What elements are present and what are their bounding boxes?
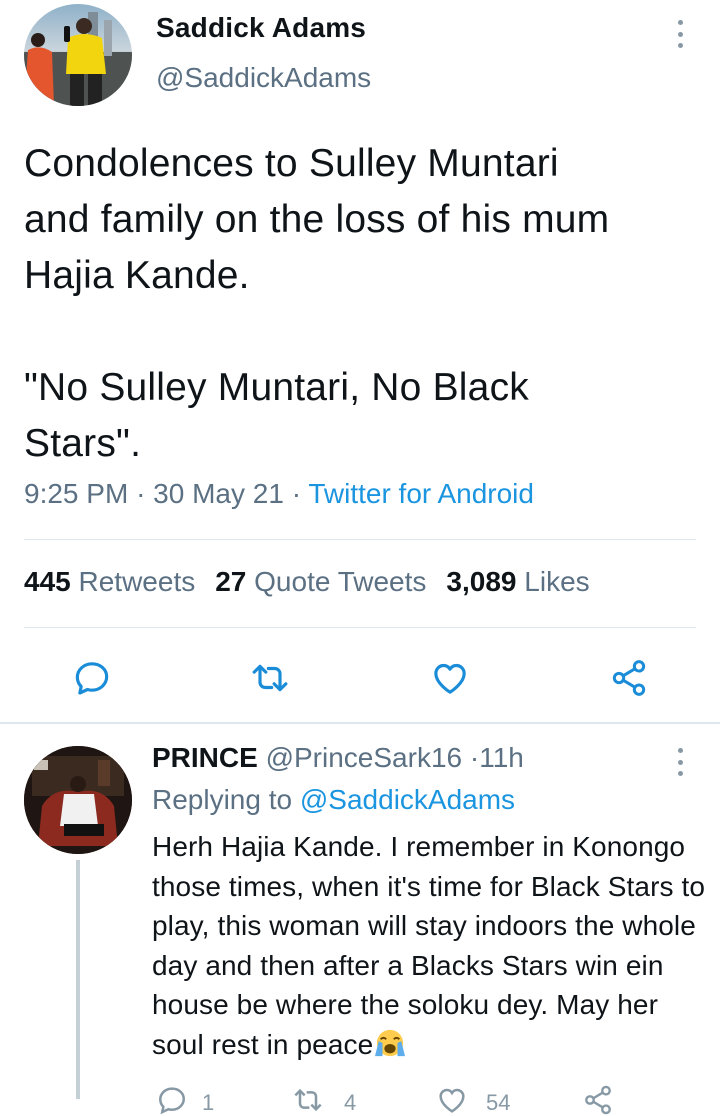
tweet-actions [0,650,720,706]
more-options-icon[interactable] [670,16,690,52]
likes-stat[interactable]: 3,089 Likes [446,566,589,597]
divider [24,627,696,628]
like-icon[interactable] [436,1084,468,1116]
tweet-time: 9:25 PM [24,478,129,509]
likes-label: Likes [524,566,590,597]
avatar-photo-icon [24,12,132,106]
author-name[interactable]: Saddick Adams [156,12,366,44]
reply-text-container: Herh Hajia Kande. I remember in Konongo … [152,827,712,1064]
reply-text: Herh Hajia Kande. I remember in Konongo … [152,831,706,1060]
loudly-crying-face-icon [375,1029,406,1056]
tweet-text: Condolences to Sulley Muntari and family… [24,142,610,465]
like-count: 54 [486,1090,511,1115]
quotes-count: 27 [215,566,247,597]
like-button[interactable] [422,650,478,706]
tweet-stats: 445 Retweets 27 Quote Tweets 3,089 Likes [24,566,590,598]
share-button[interactable] [601,650,657,706]
reply-button[interactable] [64,650,120,706]
thread-line [76,860,80,1099]
divider [24,539,696,540]
reply-more-options-icon[interactable] [670,744,690,780]
reply-author-handle[interactable]: @PrinceSark16 [266,742,463,773]
retweet-count: 4 [344,1090,357,1115]
tweet-client-link[interactable]: Twitter for Android [308,478,534,509]
retweets-stat[interactable]: 445 Retweets [24,566,195,597]
section-divider [0,722,720,724]
quotes-stat[interactable]: 27 Quote Tweets [215,566,426,597]
meta-separator: · [469,742,480,773]
replying-to: Replying to @SaddickAdams [152,784,515,816]
reply-author-name[interactable]: PRINCE [152,742,258,773]
author-avatar[interactable] [24,4,132,106]
reply-icon[interactable] [156,1084,188,1116]
tweet-date: 30 May 21 [153,478,284,509]
replying-prefix: Replying to [152,784,293,815]
reply-header: PRINCE @PrinceSark16 ·11h [152,742,524,774]
tweet-meta: 9:25 PM · 30 May 21 · Twitter for Androi… [24,478,534,510]
likes-count: 3,089 [446,566,517,597]
replying-mention-link[interactable]: @SaddickAdams [300,784,515,815]
like-icon [434,663,466,694]
retweet-button[interactable] [242,650,298,706]
reply-age: 11h [479,742,524,773]
retweet-icon [252,664,288,692]
share-icon[interactable] [582,1084,614,1116]
reply-icon [75,662,109,695]
share-icon [612,660,646,696]
quotes-label: Quote Tweets [254,566,427,597]
retweet-icon[interactable] [292,1084,324,1116]
reply-actions: 1 4 54 [152,1080,712,1115]
retweets-label: Retweets [78,566,196,597]
retweets-count: 445 [24,566,71,597]
avatar-photo-icon [24,746,132,854]
author-handle[interactable]: @SaddickAdams [156,62,371,94]
reply-count: 1 [202,1090,215,1115]
meta-separator: · [291,478,302,509]
meta-separator: · [136,478,146,509]
reply-author-avatar[interactable] [24,746,132,854]
